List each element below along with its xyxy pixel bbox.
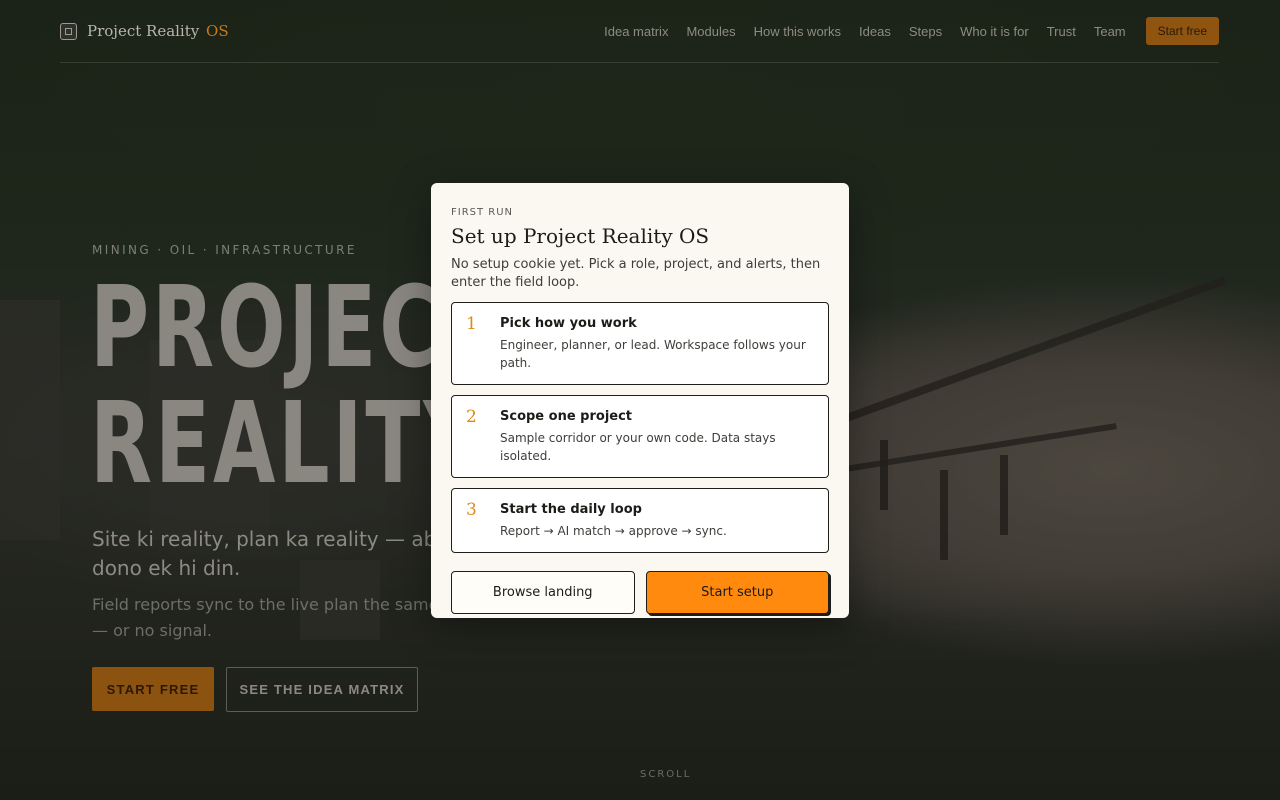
nav-link-idea-matrix[interactable]: Idea matrix	[604, 24, 668, 39]
modal-description: No setup cookie yet. Pick a role, projec…	[451, 257, 821, 290]
top-navigation: Project Reality OS Idea matrix Modules H…	[60, 0, 1219, 63]
hero-title-line-2: REALITY	[90, 379, 485, 509]
nav-link-steps[interactable]: Steps	[909, 24, 942, 39]
nav-links: Idea matrix Modules How this works Ideas…	[586, 17, 1219, 45]
step-number: 1	[466, 314, 477, 334]
modal-title: Set up Project Reality OS	[451, 224, 710, 248]
hero-idea-matrix-button[interactable]: SEE THE IDEA MATRIX	[226, 667, 418, 712]
step-number: 2	[466, 407, 477, 427]
step-title: Pick how you work	[500, 316, 637, 331]
nav-link-who-it-is-for[interactable]: Who it is for	[960, 24, 1029, 39]
start-setup-button[interactable]: Start setup	[645, 571, 829, 614]
step-text: Report → AI match → approve → sync.	[500, 524, 727, 538]
nav-start-free-button[interactable]: Start free	[1145, 17, 1219, 45]
step-title: Scope one project	[500, 409, 633, 424]
nav-link-ideas[interactable]: Ideas	[859, 24, 891, 39]
step-title: Start the daily loop	[500, 502, 642, 517]
step-text: Sample corridor or your own code. Data s…	[500, 431, 776, 463]
step-text: Engineer, planner, or lead. Workspace fo…	[500, 338, 806, 370]
brand-suffix: OS	[206, 22, 229, 40]
setup-step-3: 3 Start the daily loop Report → AI match…	[451, 488, 829, 553]
setup-step-2: 2 Scope one project Sample corridor or y…	[451, 395, 829, 478]
modal-eyebrow: FIRST RUN	[451, 207, 514, 218]
browse-landing-button[interactable]: Browse landing	[451, 571, 635, 614]
nav-link-trust[interactable]: Trust	[1047, 24, 1076, 39]
brand[interactable]: Project Reality OS	[60, 22, 229, 40]
logo-icon	[60, 22, 77, 40]
nav-link-modules[interactable]: Modules	[686, 24, 735, 39]
step-number: 3	[466, 500, 477, 520]
setup-step-1: 1 Pick how you work Engineer, planner, o…	[451, 302, 829, 385]
hero-start-free-button[interactable]: START FREE	[92, 667, 214, 711]
hero-eyebrow: MINING · OIL · INFRASTRUCTURE	[92, 243, 357, 257]
scroll-hint: SCROLL	[640, 769, 692, 780]
nav-link-team[interactable]: Team	[1094, 24, 1126, 39]
brand-name: Project Reality OS	[87, 22, 229, 40]
modal-actions: Browse landing Start setup	[451, 571, 829, 614]
first-run-modal: FIRST RUN Set up Project Reality OS No s…	[431, 183, 849, 618]
nav-link-how-this-works[interactable]: How this works	[754, 24, 841, 39]
